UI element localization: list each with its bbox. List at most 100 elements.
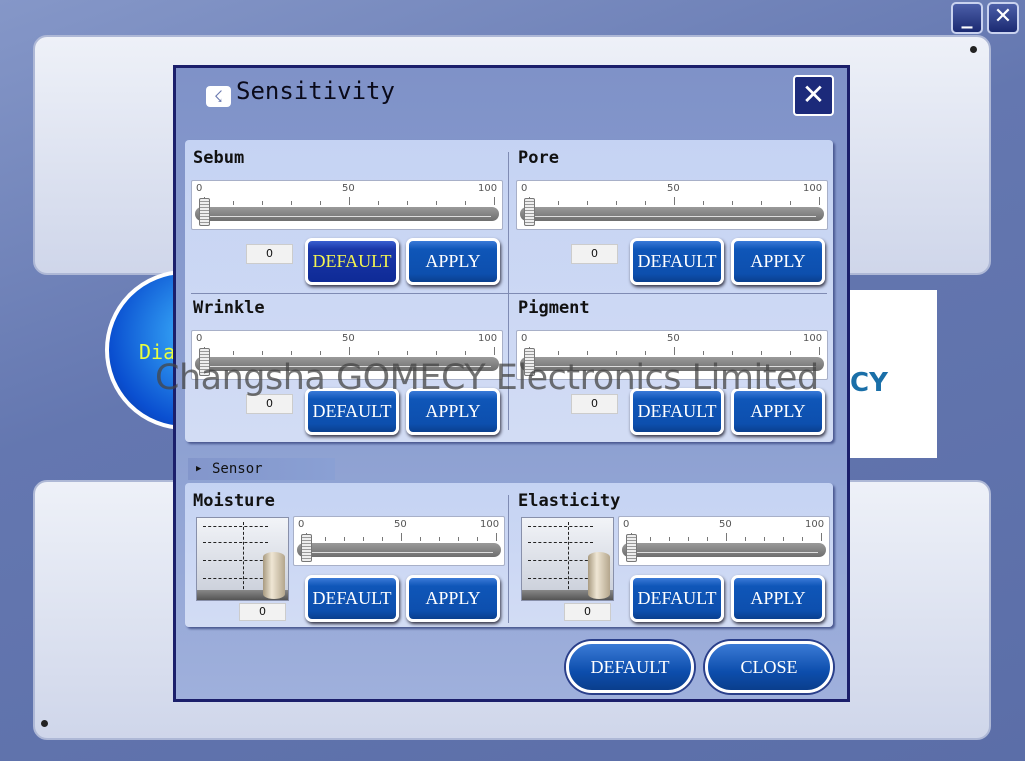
apply-button[interactable]: APPLY (406, 388, 500, 435)
slider-tick (674, 197, 675, 205)
slider-track[interactable] (195, 357, 499, 371)
window-close-button[interactable]: ✕ (987, 2, 1019, 34)
grid-line (203, 526, 268, 527)
scale-label: 50 (667, 183, 680, 194)
sensitivity-slider[interactable]: 0 50 100 (191, 330, 503, 380)
slider-thumb[interactable] (626, 534, 637, 562)
scale-label: 50 (342, 183, 355, 194)
slider-tick (320, 201, 321, 205)
slider-tick (802, 537, 803, 541)
apply-button[interactable]: APPLY (731, 575, 825, 622)
divider (508, 495, 509, 623)
close-x-icon: ✕ (801, 78, 826, 111)
apply-button[interactable]: APPLY (406, 238, 500, 285)
value-field[interactable]: 0 (571, 244, 618, 264)
slider-tick (407, 351, 408, 355)
slider-tick (761, 201, 762, 205)
scale-label: 0 (623, 519, 630, 530)
slider-tick (401, 533, 402, 541)
slider-tick (732, 201, 733, 205)
grid-line (528, 578, 593, 579)
slider-tick (458, 537, 459, 541)
value-field[interactable]: 0 (564, 603, 611, 621)
default-all-button[interactable]: DEFAULT (566, 641, 694, 693)
sensor-slider[interactable]: 0 50 100 (618, 516, 830, 566)
scale-label: 100 (805, 519, 825, 530)
slider-tick (616, 351, 617, 355)
minimize-button[interactable]: _ (951, 2, 983, 34)
slider-track[interactable] (622, 543, 826, 557)
value-field[interactable]: 0 (246, 394, 293, 414)
slider-thumb[interactable] (199, 348, 210, 376)
slider-tick (465, 201, 466, 205)
scale-label: 0 (196, 183, 203, 194)
slider-tick (382, 537, 383, 541)
slider-tick (262, 351, 263, 355)
sensor-graph (196, 517, 289, 601)
slider-track[interactable] (297, 543, 501, 557)
panel-dot (41, 720, 48, 727)
slider-track[interactable] (520, 357, 824, 371)
divider (508, 152, 509, 430)
panel-dot (970, 46, 977, 53)
slider-tick (790, 201, 791, 205)
sensor-slider[interactable]: 0 50 100 (293, 516, 505, 566)
slider-tick (477, 537, 478, 541)
slider-tick (436, 351, 437, 355)
slider-thumb[interactable] (524, 348, 535, 376)
slider-thumb[interactable] (199, 198, 210, 226)
value-field[interactable]: 0 (571, 394, 618, 414)
default-button[interactable]: DEFAULT (630, 575, 724, 622)
default-button[interactable]: DEFAULT (305, 238, 399, 285)
default-button[interactable]: DEFAULT (630, 388, 724, 435)
scale-label: 100 (480, 519, 500, 530)
sensitivity-slider[interactable]: 0 50 100 (516, 330, 828, 380)
slider-tick (783, 537, 784, 541)
cell-label: Wrinkle (193, 298, 265, 318)
scale-label: 100 (803, 183, 823, 194)
value-field[interactable]: 0 (239, 603, 286, 621)
slider-track[interactable] (520, 207, 824, 221)
slider-thumb[interactable] (524, 198, 535, 226)
logo-text: CY (850, 368, 888, 398)
apply-button[interactable]: APPLY (731, 388, 825, 435)
slider-tick (436, 201, 437, 205)
slider-tick (688, 537, 689, 541)
dialog-close-button[interactable]: ✕ (793, 75, 834, 116)
sensitivity-cell-sebum: Sebum 0 50 100 0 DEFAULT APPLY (185, 140, 505, 290)
slider-tick (439, 537, 440, 541)
slider-tick (325, 537, 326, 541)
scale-label: 50 (342, 333, 355, 344)
sensor-section-label: Sensor (212, 461, 263, 477)
slider-tick (732, 351, 733, 355)
slider-tick (378, 201, 379, 205)
default-button[interactable]: DEFAULT (630, 238, 724, 285)
sensor-section-toggle[interactable]: ▶ Sensor (188, 458, 335, 480)
close-button[interactable]: CLOSE (705, 641, 833, 693)
slider-tick (669, 537, 670, 541)
grid-line (203, 578, 268, 579)
default-button[interactable]: DEFAULT (305, 388, 399, 435)
sensitivity-slider[interactable]: 0 50 100 (516, 180, 828, 230)
slider-tick (761, 351, 762, 355)
apply-button[interactable]: APPLY (731, 238, 825, 285)
slider-thumb[interactable] (301, 534, 312, 562)
scale-label: 0 (298, 519, 305, 530)
sensitivity-slider[interactable]: 0 50 100 (191, 180, 503, 230)
slider-tick (821, 533, 822, 541)
slider-tick (349, 197, 350, 205)
slider-tick (349, 347, 350, 355)
slider-tick (645, 201, 646, 205)
slider-track[interactable] (195, 207, 499, 221)
cell-label: Pore (518, 148, 559, 168)
slider-tick (587, 201, 588, 205)
default-button[interactable]: DEFAULT (305, 575, 399, 622)
value-field[interactable]: 0 (246, 244, 293, 264)
apply-button[interactable]: APPLY (406, 575, 500, 622)
slider-tick (291, 201, 292, 205)
slider-tick (745, 537, 746, 541)
sensor-cell-elasticity: Elasticity 0 0 50 100 DEFAULT APPLY (510, 483, 830, 633)
slider-tick (233, 201, 234, 205)
slider-tick (407, 201, 408, 205)
cell-label: Elasticity (518, 491, 621, 511)
